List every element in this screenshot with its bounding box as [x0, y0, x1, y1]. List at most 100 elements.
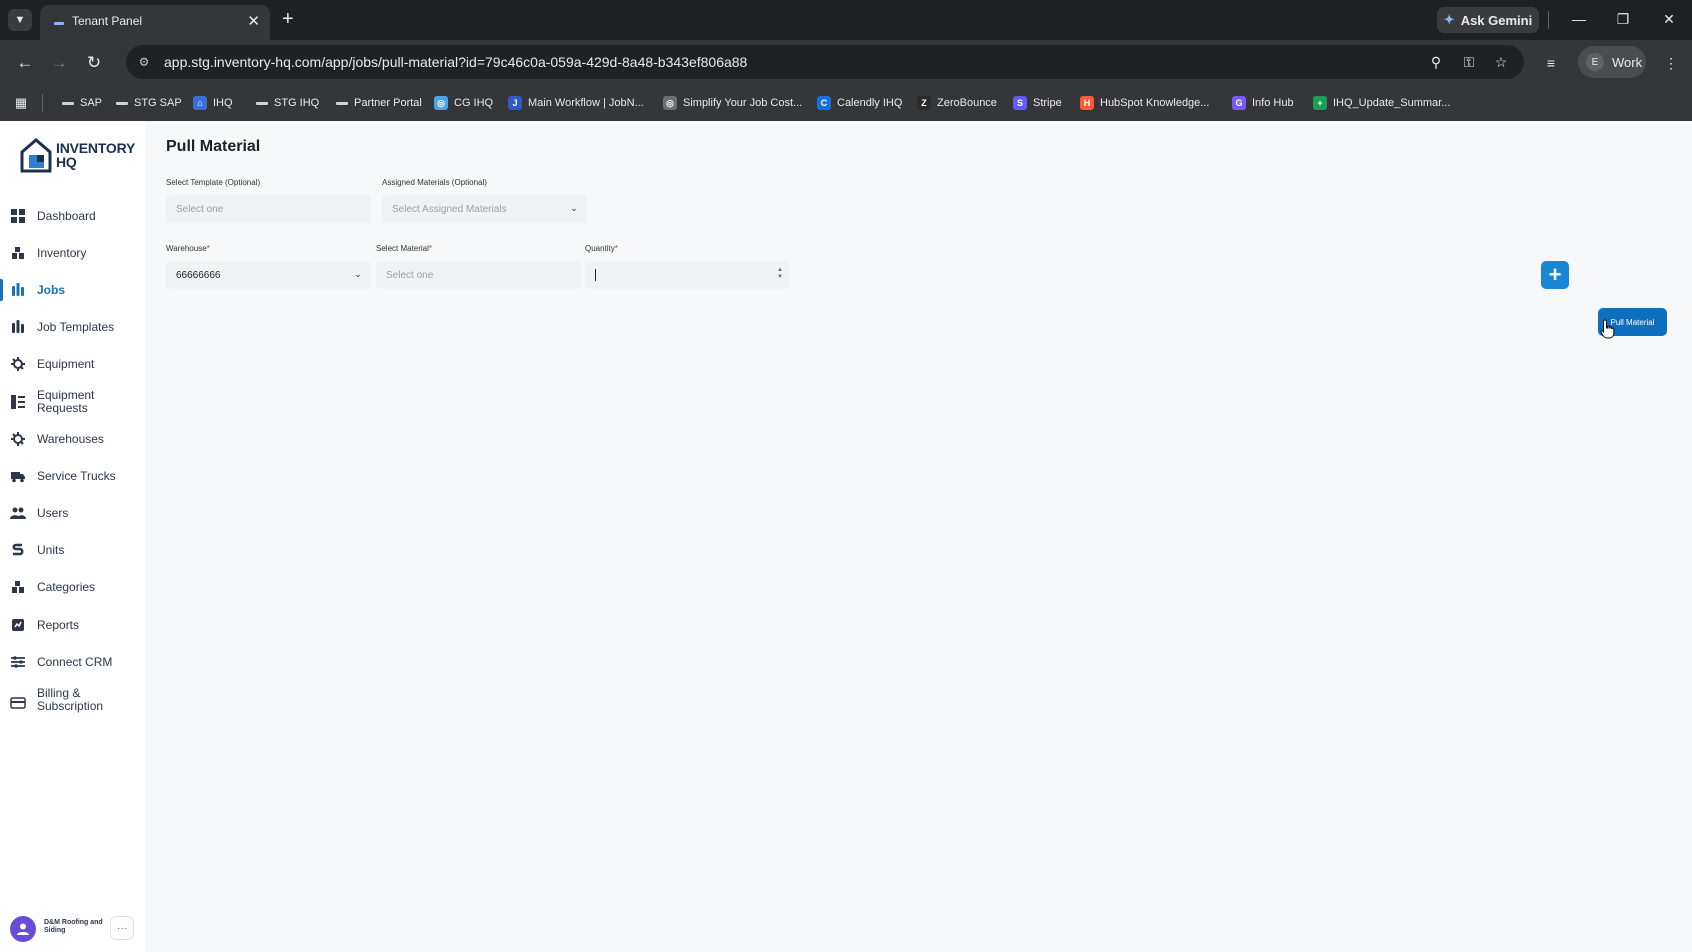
- bookmark-item[interactable]: C Calendly IHQ: [817, 94, 902, 112]
- site-info-icon[interactable]: ⚙: [134, 52, 154, 72]
- material-label: Select Material*: [376, 244, 432, 253]
- browser-tab[interactable]: Tenant Panel ✕: [40, 5, 270, 40]
- warehouse-label: Warehouse*: [166, 244, 210, 253]
- sidebar-item-equipment-requests[interactable]: Equipment Requests: [0, 387, 145, 417]
- stripe-icon: S: [1013, 96, 1027, 110]
- url-text[interactable]: app.stg.inventory-hq.com/app/jobs/pull-m…: [164, 54, 747, 70]
- zoom-icon[interactable]: ⚲: [1426, 52, 1446, 72]
- sidebar-item-label: Job Templates: [37, 319, 115, 334]
- bookmark-item[interactable]: ◎ Simplify Your Job Cost...: [663, 94, 802, 112]
- tab-search-button[interactable]: ▼: [8, 9, 32, 31]
- job-templates-icon: [10, 319, 26, 335]
- browser-menu-icon[interactable]: ⋮: [1660, 52, 1682, 74]
- ask-gemini-button[interactable]: ✦ Ask Gemini: [1437, 7, 1539, 33]
- sidebar-item-service-trucks[interactable]: Service Trucks: [0, 461, 145, 491]
- tab-favicon-icon: [54, 22, 64, 25]
- sidebar-item-warehouses[interactable]: Warehouses: [0, 424, 145, 454]
- tab-title: Tenant Panel: [72, 14, 143, 28]
- password-key-icon[interactable]: ⚿: [1459, 52, 1479, 72]
- truck-icon: [10, 468, 26, 484]
- bookmark-star-icon[interactable]: ☆: [1491, 52, 1511, 72]
- units-icon: [10, 542, 26, 558]
- sidebar-item-equipment[interactable]: Equipment: [0, 349, 145, 379]
- sidebar-item-dashboard[interactable]: Dashboard: [0, 201, 145, 231]
- tab-close-button[interactable]: ✕: [247, 12, 260, 30]
- inventory-hq-logo[interactable]: INVENTORY HQ: [20, 137, 138, 177]
- assigned-materials-select[interactable]: Select Assigned Materials ⌄: [382, 195, 587, 223]
- add-row-button[interactable]: +: [1541, 261, 1569, 289]
- template-select[interactable]: Select one: [166, 195, 371, 223]
- user-card[interactable]: D&M Roofing and Siding ···: [10, 914, 135, 944]
- chevron-down-icon: ▼: [14, 14, 26, 26]
- bookmark-item[interactable]: H HubSpot Knowledge...: [1080, 94, 1209, 112]
- profile-button[interactable]: E Work: [1578, 46, 1646, 78]
- bookmark-item[interactable]: G Info Hub: [1232, 94, 1294, 112]
- bookmarks-bar: ▦ SAP STG SAP ⌂ IHQ STG IHQ Partner Portal ◎ CG…: [0, 85, 1692, 121]
- sidebar-item-inventory[interactable]: Inventory: [0, 238, 145, 268]
- bookmark-item[interactable]: J Main Workflow | JobN...: [508, 94, 644, 112]
- bookmark-item[interactable]: SAP: [62, 94, 102, 112]
- sidebar-item-label: Jobs: [37, 282, 66, 297]
- bookmark-item[interactable]: STG IHQ: [256, 94, 319, 112]
- hubspot-icon: H: [1080, 96, 1094, 110]
- new-tab-button[interactable]: +: [282, 8, 294, 30]
- bookmark-label: IHQ_Update_Summar...: [1333, 97, 1451, 109]
- bookmark-item[interactable]: S Stripe: [1013, 94, 1062, 112]
- jobs-icon: [10, 282, 26, 298]
- minimize-window-button[interactable]: —: [1568, 8, 1590, 30]
- required-mark: *: [614, 244, 618, 253]
- profile-label: Work: [1612, 54, 1643, 70]
- bookmark-item[interactable]: ◎ CG IHQ: [434, 94, 493, 112]
- quantity-label: Quantity*: [585, 244, 618, 253]
- chevron-down-icon: ⌄: [570, 202, 578, 213]
- back-button[interactable]: ←: [12, 50, 38, 76]
- warehouse-select[interactable]: 66666666 ⌄: [166, 261, 371, 289]
- address-bar[interactable]: ⚙ app.stg.inventory-hq.com/app/jobs/pull…: [126, 45, 1524, 79]
- close-icon: ✕: [1663, 10, 1675, 27]
- warehouses-icon: [10, 431, 26, 447]
- bookmarks-divider: [42, 94, 43, 112]
- sidebar-item-label: Equipment Requests: [37, 388, 95, 415]
- quantity-stepper[interactable]: ▲ ▼: [776, 267, 784, 281]
- reading-list-icon[interactable]: ≡: [1540, 52, 1562, 74]
- sidebar: INVENTORY HQ Dashboard Inventory Jobs Job T…: [0, 121, 145, 952]
- sidebar-item-job-templates[interactable]: Job Templates: [0, 312, 145, 342]
- assigned-materials-placeholder: Select Assigned Materials: [392, 203, 507, 215]
- bookmark-item[interactable]: Partner Portal: [336, 94, 422, 112]
- equipment-icon: [10, 356, 26, 372]
- sidebar-item-categories[interactable]: Categories: [0, 572, 145, 602]
- jobnimbus-icon: J: [508, 96, 522, 110]
- bookmark-item[interactable]: + IHQ_Update_Summar...: [1313, 94, 1450, 112]
- sidebar-item-billing-subscription[interactable]: Billing & Subscription: [0, 685, 145, 721]
- stepper-down-icon[interactable]: ▼: [777, 274, 783, 281]
- quantity-input[interactable]: ▲ ▼: [585, 261, 790, 289]
- bookmark-item[interactable]: ⌂ IHQ: [193, 94, 233, 112]
- bookmark-label: SAP: [80, 97, 103, 109]
- sidebar-item-label: Units: [37, 542, 65, 557]
- bookmark-label: Info Hub: [1252, 97, 1294, 109]
- sidebar-item-reports[interactable]: Reports: [0, 610, 145, 640]
- warehouse-value: 66666666: [176, 269, 221, 281]
- bookmark-label: ZeroBounce: [937, 97, 997, 109]
- material-select[interactable]: Select one: [376, 261, 581, 289]
- user-more-button[interactable]: ···: [110, 916, 134, 940]
- close-window-button[interactable]: ✕: [1658, 8, 1680, 30]
- bookmark-item[interactable]: Z ZeroBounce: [917, 94, 997, 112]
- sidebar-item-users[interactable]: Users: [0, 498, 145, 528]
- dash-icon: [336, 101, 348, 105]
- sidebar-item-label: Warehouses: [37, 431, 104, 446]
- apps-grid-icon[interactable]: ▦: [12, 94, 30, 112]
- bookmark-item[interactable]: STG SAP: [116, 94, 182, 112]
- stepper-up-icon[interactable]: ▲: [777, 267, 783, 274]
- sidebar-item-units[interactable]: Units: [0, 535, 145, 565]
- sidebar-item-connect-crm[interactable]: Connect CRM: [0, 647, 145, 677]
- material-placeholder: Select one: [386, 269, 434, 281]
- reload-button[interactable]: ↻: [81, 50, 107, 76]
- sheets-icon: +: [1313, 96, 1327, 110]
- restore-window-button[interactable]: ❐: [1612, 8, 1634, 30]
- sidebar-item-jobs[interactable]: Jobs: [0, 275, 145, 305]
- reload-icon: ↻: [86, 53, 102, 72]
- sidebar-item-label: Equipment: [37, 356, 95, 371]
- logo-house-icon: [20, 138, 52, 173]
- forward-button[interactable]: →: [46, 50, 72, 76]
